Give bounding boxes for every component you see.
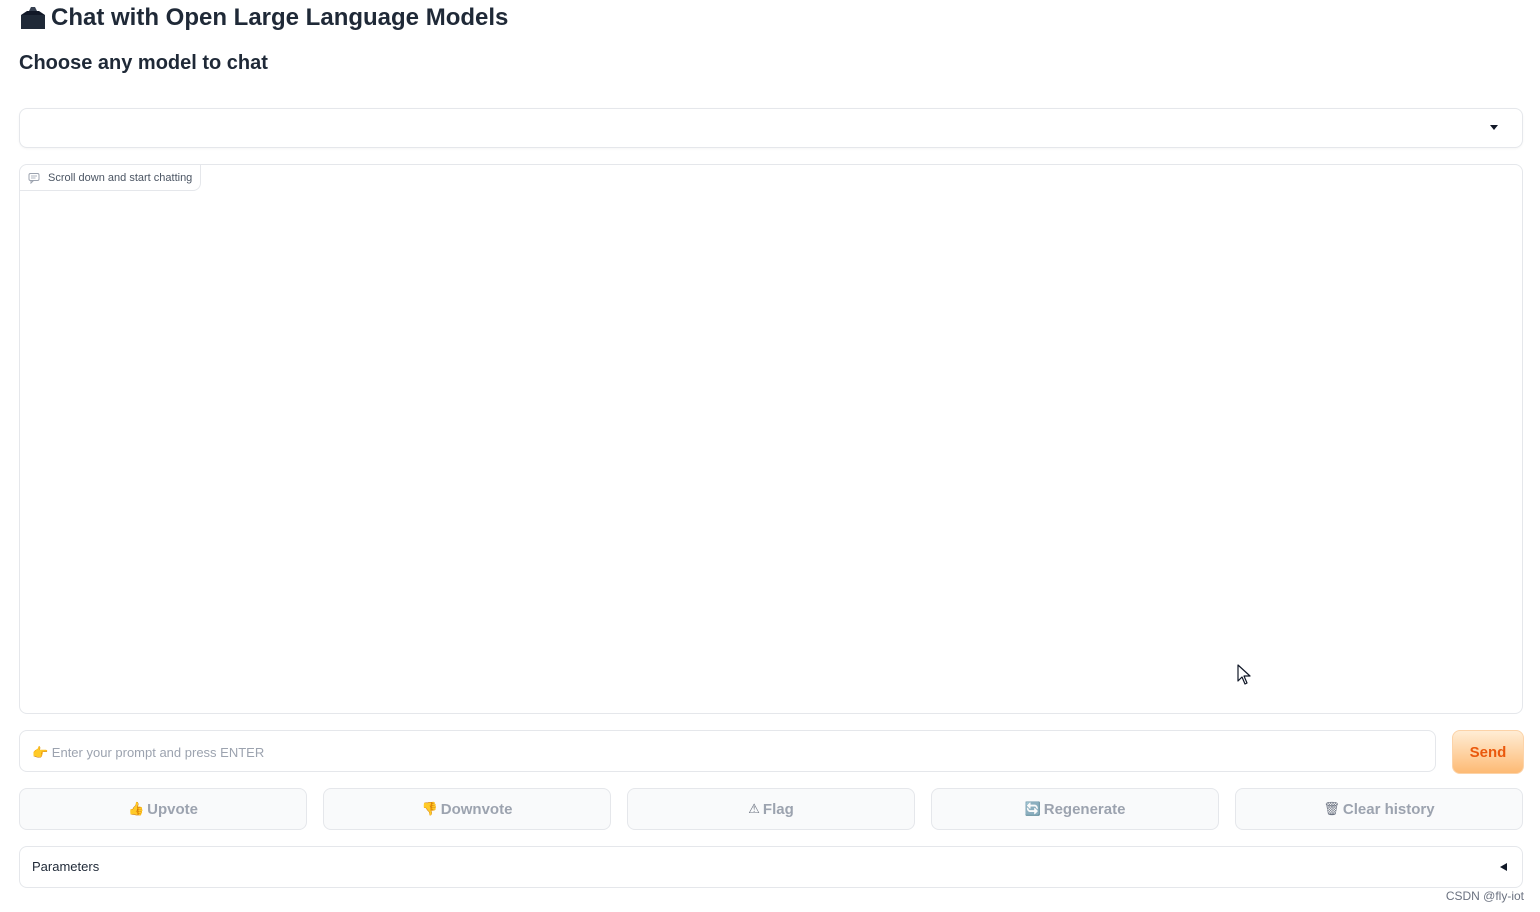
action-bar: 👍 Upvote 👎 Downvote ⚠ Flag 🔄 Regenerate … bbox=[19, 788, 1523, 830]
clear-history-button[interactable]: 🗑 Clear history bbox=[1235, 788, 1523, 830]
chatbot-panel[interactable]: Scroll down and start chatting bbox=[19, 164, 1523, 714]
flag-label: Flag bbox=[762, 800, 794, 818]
upvote-button[interactable]: 👍 Upvote bbox=[19, 788, 307, 830]
refresh-icon: 🔄 bbox=[1024, 801, 1041, 816]
page-title: Chat with Open Large Language Models bbox=[19, 3, 508, 33]
mouse-cursor-icon bbox=[1237, 664, 1251, 685]
downvote-label: Downvote bbox=[440, 800, 513, 818]
watermark: CSDN @fly-iot bbox=[1445, 889, 1524, 903]
chat-icon bbox=[28, 172, 40, 184]
warning-icon: ⚠ bbox=[748, 801, 760, 816]
prompt-field[interactable] bbox=[19, 730, 1436, 773]
caret-left-icon bbox=[1500, 863, 1507, 871]
parameters-label: Parameters bbox=[32, 859, 100, 874]
regenerate-label: Regenerate bbox=[1043, 800, 1126, 818]
chatbot-label: Scroll down and start chatting bbox=[20, 165, 202, 191]
chatbot-label-text: Scroll down and start chatting bbox=[48, 171, 193, 184]
send-button[interactable]: Send bbox=[1452, 730, 1524, 774]
thumbs-up-icon: 👍 bbox=[127, 801, 145, 816]
prompt-input[interactable] bbox=[30, 731, 1424, 773]
thumbs-down-icon: 👎 bbox=[421, 801, 438, 816]
page-subtitle: Choose any model to chat bbox=[19, 52, 268, 74]
briefcase-icon bbox=[21, 7, 45, 29]
downvote-button[interactable]: 👎 Downvote bbox=[323, 788, 611, 830]
model-dropdown[interactable] bbox=[19, 108, 1523, 148]
trash-icon: 🗑 bbox=[1323, 801, 1340, 816]
upvote-label: Upvote bbox=[147, 800, 199, 818]
page-title-text: Chat with Open Large Language Models bbox=[51, 4, 509, 31]
chevron-down-icon bbox=[1490, 125, 1498, 130]
clear-history-label: Clear history bbox=[1342, 800, 1435, 818]
flag-button[interactable]: ⚠ Flag bbox=[627, 788, 915, 830]
parameters-accordion[interactable]: Parameters bbox=[19, 846, 1523, 888]
regenerate-button[interactable]: 🔄 Regenerate bbox=[931, 788, 1219, 830]
